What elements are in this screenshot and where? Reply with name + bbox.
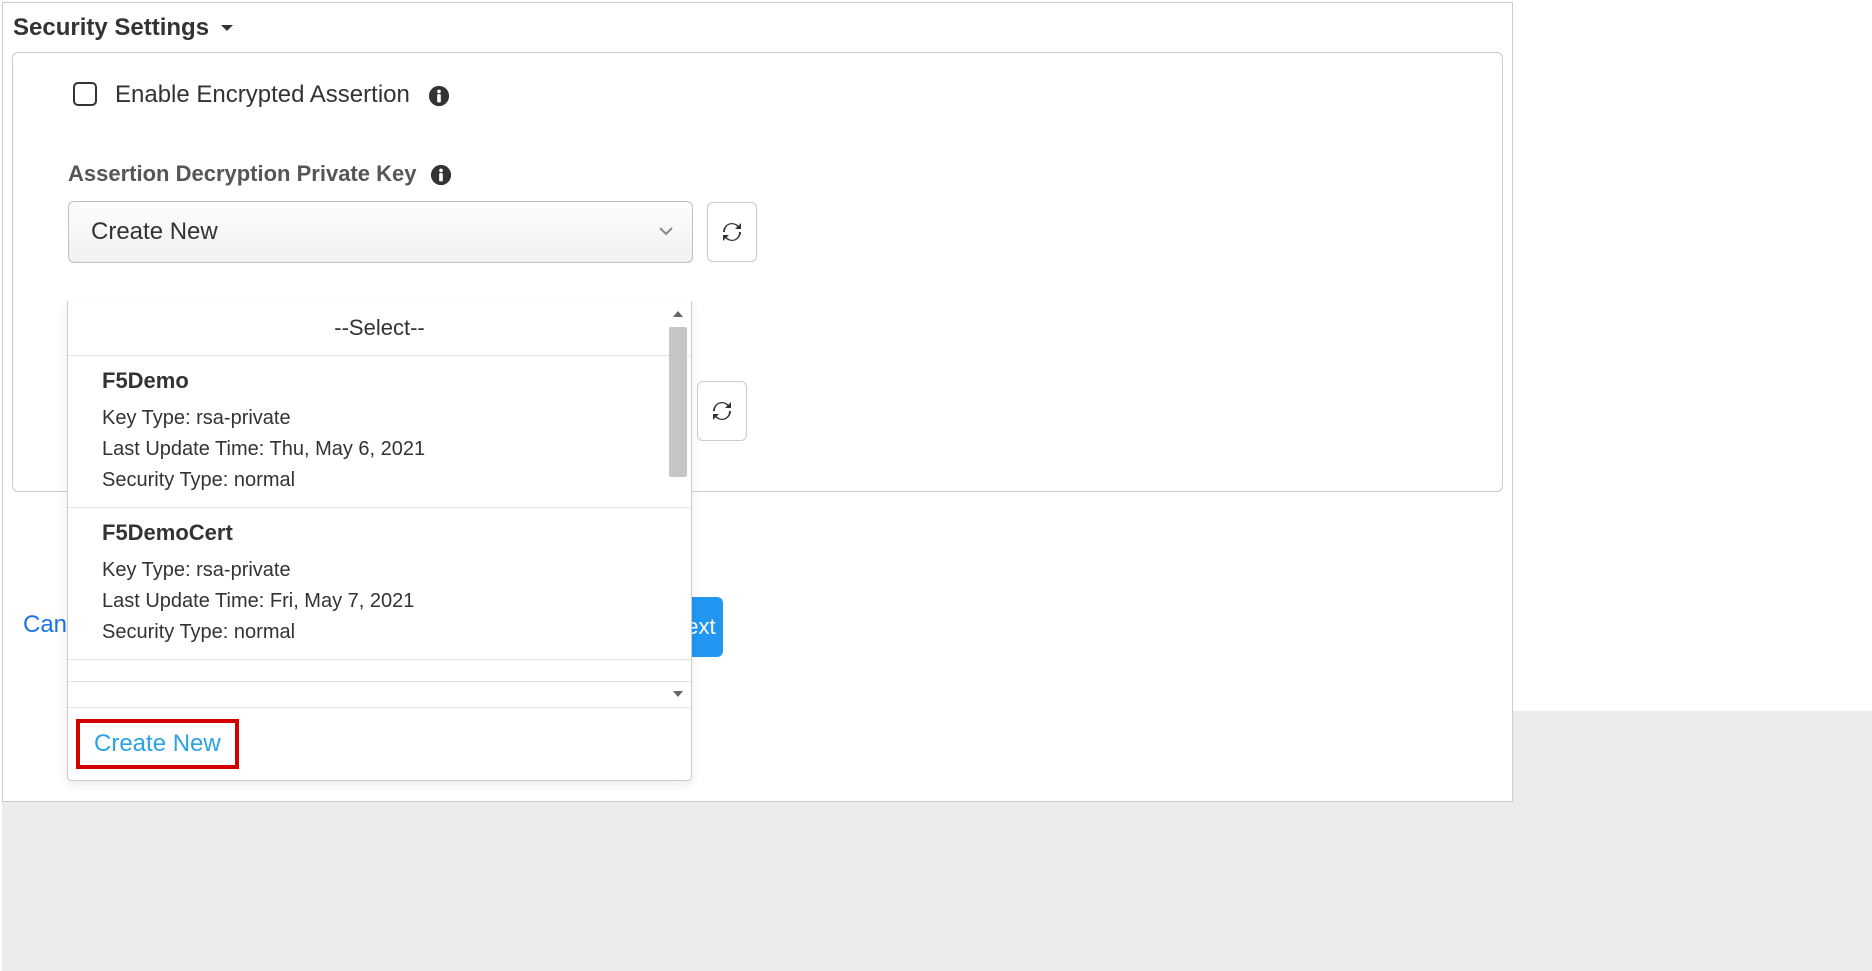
option-meta: Key Type: rsa-private Last Update Time: … — [102, 555, 657, 648]
option-name: F5DemoCert — [102, 520, 657, 546]
info-icon[interactable] — [428, 85, 450, 107]
refresh-button[interactable] — [697, 381, 747, 441]
dropdown-option[interactable]: F5Demo Key Type: rsa-private Last Update… — [68, 356, 691, 508]
private-key-select[interactable]: Create New — [68, 201, 693, 263]
section-title: Security Settings — [13, 14, 209, 42]
enable-encrypted-assertion-label: Enable Encrypted Assertion — [115, 81, 410, 109]
create-new-button[interactable]: Create New — [76, 719, 239, 769]
private-key-dropdown: --Select-- F5Demo Key Type: rsa-private … — [67, 301, 692, 781]
enable-encrypted-assertion-row: Enable Encrypted Assertion — [13, 81, 1502, 109]
dropdown-footer: Create New — [68, 707, 691, 780]
scroll-thumb[interactable] — [669, 327, 687, 477]
option-meta: Key Type: rsa-private Last Update Time: … — [102, 403, 657, 496]
caret-down-icon — [219, 20, 235, 36]
select-value: Create New — [91, 218, 218, 246]
dropdown-option-placeholder[interactable]: --Select-- — [68, 301, 691, 356]
enable-encrypted-assertion-checkbox[interactable] — [73, 82, 97, 106]
info-icon[interactable] — [430, 164, 452, 186]
field-label: Assertion Decryption Private Key — [68, 161, 416, 187]
assertion-decryption-key-field: Assertion Decryption Private Key Create … — [13, 161, 1502, 263]
option-name: F5Demo — [102, 368, 657, 394]
dropdown-option[interactable]: F5DemoCert Key Type: rsa-private Last Up… — [68, 508, 691, 660]
scroll-track[interactable] — [665, 327, 691, 681]
section-header[interactable]: Security Settings — [3, 3, 1512, 52]
dropdown-option[interactable] — [68, 660, 691, 682]
scroll-up-icon[interactable] — [665, 301, 691, 327]
chevron-down-icon — [658, 218, 674, 246]
security-settings-panel: Security Settings Enable Encrypted Asser… — [2, 2, 1513, 802]
dropdown-scrollbar[interactable] — [665, 301, 691, 707]
refresh-button[interactable] — [707, 202, 757, 262]
scroll-down-icon[interactable] — [665, 681, 691, 707]
option-name — [102, 670, 657, 682]
